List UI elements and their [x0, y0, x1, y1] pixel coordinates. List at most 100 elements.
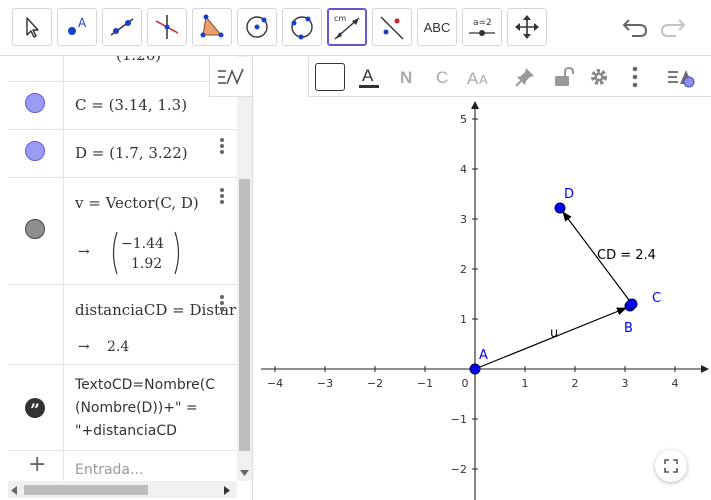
font-size-aa-icon: AA	[467, 69, 488, 88]
y-tick-label: 4	[460, 163, 467, 176]
gear-icon	[591, 69, 607, 85]
axis-ticks: −4 −3 −2 −1 0 1 2 3 4 5 4 3 2 1 −1 −2	[267, 113, 679, 476]
scrollbar-thumb[interactable]	[24, 485, 148, 495]
polygon-tool-button[interactable]	[192, 8, 232, 46]
circle-tool-button[interactable]	[237, 8, 277, 46]
point-label-b: B	[624, 321, 633, 336]
algebra-row-text: v = Vector(C, D)	[75, 194, 199, 212]
point-d[interactable]	[554, 202, 566, 214]
move-arrows-icon	[515, 15, 539, 39]
pin-icon	[515, 68, 534, 87]
svg-text:A: A	[467, 69, 479, 88]
text-tool-label: ABC	[423, 19, 451, 35]
algebra-row-partial[interactable]: (1.26)	[8, 56, 237, 82]
vector-u-label: u	[550, 326, 558, 341]
toggle-stylebar-button[interactable]	[209, 57, 253, 97]
matrix-entry-y: 1.92	[131, 256, 162, 272]
circle-center-icon	[246, 16, 268, 38]
bold-button[interactable]: N	[390, 61, 422, 93]
row-menu-kebab-icon[interactable]	[220, 295, 224, 313]
pin-button[interactable]	[509, 61, 541, 93]
graphics-view[interactable]: −4 −3 −2 −1 0 1 2 3 4 5 4 3 2 1 −1 −2 u CD = 2.4 A B C D	[253, 97, 711, 500]
algebra-view: (1.26) C = (3.14, 1.3) D = (1.7, 3.22) v…	[8, 56, 253, 500]
marble-cell	[8, 130, 64, 177]
matrix-entry-x: −1.44	[121, 236, 164, 252]
algebra-row-point-c[interactable]: C = (3.14, 1.3)	[8, 82, 237, 130]
algebra-row-distancia-cd[interactable]: distanciaCD = Distar → 2.4	[8, 285, 237, 365]
undo-button[interactable]	[619, 12, 651, 42]
more-options-button[interactable]	[619, 61, 651, 93]
algebra-input-row[interactable]: + Entrada...	[8, 451, 237, 481]
scrollbar-thumb[interactable]	[239, 179, 250, 451]
algebra-text-line-2: (Nombre(D))+" =	[75, 400, 198, 416]
visibility-marble[interactable]	[25, 93, 45, 113]
redo-icon	[660, 19, 686, 37]
marble-cell	[8, 178, 64, 284]
text-tool-button[interactable]: ABC	[417, 8, 457, 46]
redo-button[interactable]	[657, 12, 689, 42]
x-tick-label: 4	[672, 377, 679, 390]
reflect-tool-button[interactable]	[372, 8, 412, 46]
marble-cell	[8, 82, 64, 129]
slider-tool-button[interactable]: a=2	[462, 8, 502, 46]
reflect-line-icon	[380, 16, 404, 40]
y-tick-label: 1	[460, 313, 467, 326]
algebra-row-text: distanciaCD = Distar	[75, 301, 237, 319]
bold-n-icon: N	[400, 68, 412, 87]
italic-button[interactable]: C	[426, 61, 458, 93]
point-c[interactable]	[626, 298, 638, 310]
distance-measure-icon: cm	[334, 14, 360, 40]
style-bar: A N C AA	[308, 57, 711, 97]
row-menu-kebab-icon[interactable]	[220, 138, 224, 156]
line-tool-button[interactable]	[102, 8, 142, 46]
row-menu-kebab-icon[interactable]	[220, 188, 224, 206]
output-value: 2.4	[107, 339, 130, 355]
perpendicular-tool-button[interactable]	[147, 8, 187, 46]
main-toolbar: A cm ABC a=2	[0, 0, 711, 56]
move-graphics-tool-button[interactable]	[507, 8, 547, 46]
output-arrow: →	[78, 339, 90, 355]
circle-three-points-tool-button[interactable]	[282, 8, 322, 46]
vectors: u CD = 2.4	[474, 211, 656, 370]
point-tool-label: A	[78, 16, 87, 30]
text-color-button[interactable]: A	[353, 61, 385, 93]
x-tick-label: −2	[367, 377, 383, 390]
graphics-style-menu-button[interactable]	[666, 61, 698, 93]
slider-icon: a=2	[469, 18, 495, 36]
cursor-arrow-icon	[26, 17, 39, 38]
x-axis-arrow	[701, 365, 709, 373]
scroll-right-arrow-icon[interactable]	[224, 486, 230, 495]
algebra-row-point-d[interactable]: D = (1.7, 3.22)	[8, 130, 237, 178]
point-label-d: D	[564, 187, 574, 202]
lock-button[interactable]	[547, 61, 579, 93]
settings-button[interactable]	[583, 61, 615, 93]
distance-tool-button[interactable]: cm	[327, 8, 367, 46]
triangle-polygon-icon	[200, 14, 224, 38]
algebra-horizontal-scrollbar[interactable]	[8, 481, 237, 498]
italic-c-icon: C	[436, 68, 448, 87]
svg-text:C: C	[436, 68, 448, 87]
y-tick-label: −2	[451, 463, 467, 476]
algebra-row-vector-v[interactable]: v = Vector(C, D) → −1.44 1.92	[8, 178, 237, 285]
scroll-down-arrow-icon[interactable]	[240, 470, 249, 476]
algebra-row-texto-cd[interactable]: ” TextoCD=Nombre(C (Nombre(D))+" = "+dis…	[8, 365, 237, 451]
point-icon: A	[68, 16, 87, 35]
algebra-row-text: D = (1.7, 3.22)	[75, 144, 188, 162]
add-plus-icon[interactable]: +	[28, 452, 46, 477]
visibility-marble[interactable]	[25, 219, 45, 239]
algebra-vertical-scrollbar[interactable]	[237, 56, 252, 481]
point-a[interactable]	[469, 363, 481, 375]
distance-text: CD = 2.4	[597, 248, 656, 263]
scroll-left-arrow-icon[interactable]	[11, 486, 17, 495]
visibility-marble[interactable]	[25, 141, 45, 161]
text-quote-icon[interactable]: ”	[25, 398, 45, 421]
marble-cell: ”	[8, 365, 64, 450]
color-swatch	[315, 63, 345, 91]
move-tool-button[interactable]	[12, 8, 52, 46]
algebra-input-placeholder[interactable]: Entrada...	[75, 462, 143, 478]
font-size-button[interactable]: AA	[464, 61, 496, 93]
point-tool-button[interactable]: A	[57, 8, 97, 46]
fullscreen-button[interactable]	[655, 450, 687, 482]
x-tick-label: −3	[317, 377, 333, 390]
color-button[interactable]	[314, 61, 346, 93]
